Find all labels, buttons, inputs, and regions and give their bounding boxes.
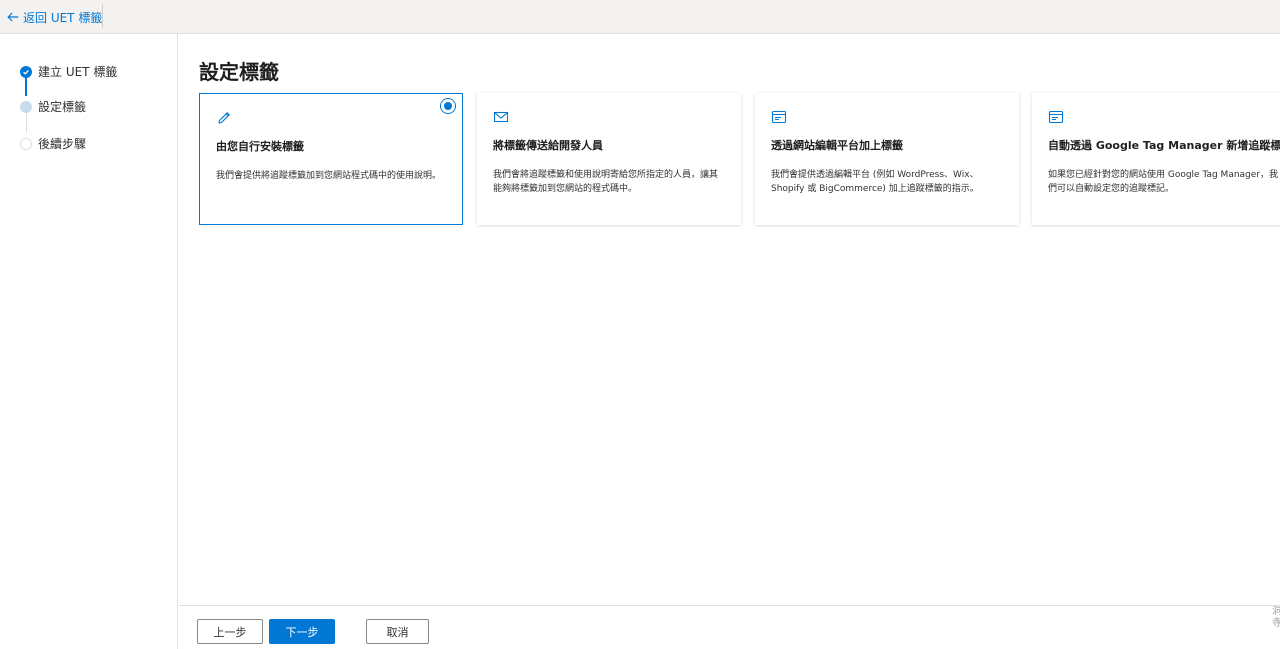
page-title: 設定標籤: [199, 60, 279, 84]
mail-icon: [493, 111, 509, 123]
next-button[interactable]: 下一步: [269, 619, 335, 644]
step-current-dot-icon: [20, 100, 32, 113]
wizard-stepper: 建立 UET 標籤 設定標籤 後續步驟: [0, 34, 178, 649]
option-card-site-builder[interactable]: 透過網站編輯平台加上標籤 我們會提供透過編輯平台 (例如 WordPress、W…: [755, 93, 1019, 225]
step-connector-pending: [26, 112, 27, 133]
browser-window-icon: [1048, 110, 1064, 124]
wizard-footer: [179, 605, 1280, 649]
card-title: 自動透過 Google Tag Manager 新增追蹤標籤: [1048, 139, 1280, 152]
step-label: 建立 UET 標籤: [38, 65, 118, 79]
step-configure-tag: 設定標籤: [20, 98, 86, 115]
step-label: 設定標籤: [38, 100, 87, 114]
previous-button[interactable]: 上一步: [197, 619, 263, 644]
card-description: 我們會提供透過編輯平台 (例如 WordPress、Wix、Shopify 或 …: [771, 170, 979, 194]
option-card-self-install[interactable]: 由您自行安裝標籤 我們會提供將追蹤標籤加到您網站程式碼中的使用說明。: [199, 93, 463, 225]
arrow-left-icon: [7, 12, 19, 22]
back-to-uet-tags-link[interactable]: 返回 UET 標籤: [6, 8, 102, 26]
card-title: 由您自行安裝標籤: [216, 140, 304, 153]
card-title: 將標籤傳送給開發人員: [493, 139, 603, 152]
card-description: 如果您已經針對您的網站使用 Google Tag Manager，我們可以自動設…: [1048, 170, 1279, 194]
card-description: 我們會提供將追蹤標籤加到您網站程式碼中的使用說明。: [216, 171, 442, 181]
pencil-icon: [218, 112, 230, 124]
step-create-uet-tag: 建立 UET 標籤: [20, 63, 117, 80]
top-bar: 返回 UET 標籤: [0, 0, 1280, 34]
card-description: 我們會將追蹤標籤和使用說明寄給您所指定的人員，讓其能夠將標籤加到您網站的程式碼中…: [493, 170, 719, 194]
card-title: 透過網站編輯平台加上標籤: [771, 139, 903, 152]
step-next-steps: 後續步驟: [20, 135, 86, 152]
option-card-google-tag-manager[interactable]: 自動透過 Google Tag Manager 新增追蹤標籤 如果您已經針對您的…: [1032, 93, 1280, 225]
option-card-send-to-developer[interactable]: 將標籤傳送給開發人員 我們會將追蹤標籤和使用說明寄給您所指定的人員，讓其能夠將標…: [477, 93, 741, 225]
step-label: 後續步驟: [38, 137, 87, 151]
clipped-edge-text: 洞 寺: [1272, 606, 1280, 629]
topbar-divider: [102, 4, 103, 28]
option-radio-selected[interactable]: [440, 98, 456, 114]
cancel-button[interactable]: 取消: [366, 619, 429, 644]
step-future-dot-icon: [20, 137, 32, 150]
back-link-label: 返回 UET 標籤: [23, 10, 103, 25]
step-done-check-icon: [20, 65, 32, 78]
browser-window-icon: [771, 110, 787, 124]
